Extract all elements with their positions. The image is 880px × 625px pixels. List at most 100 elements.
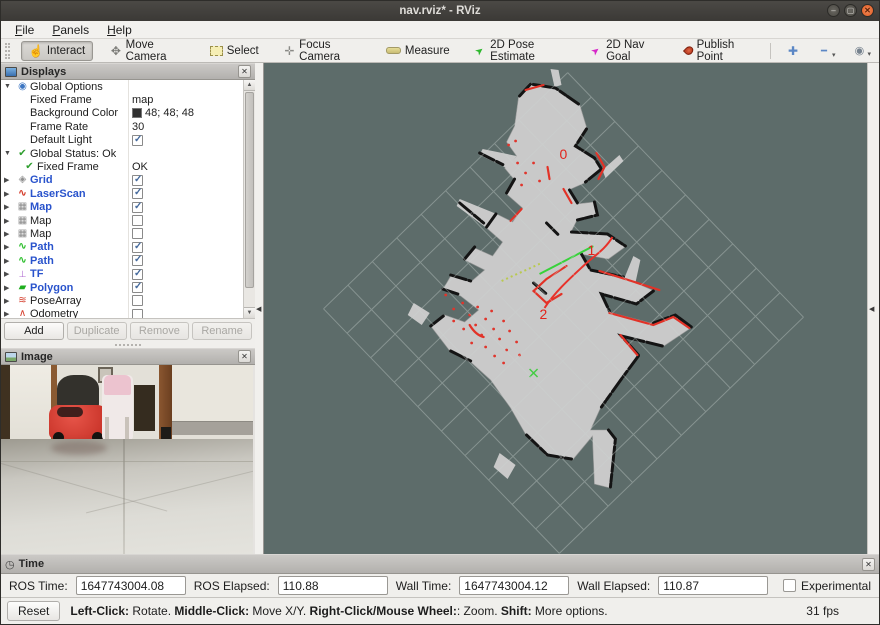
display-row-default-light[interactable]: Default Light — [1, 134, 255, 147]
checkbox-unchecked[interactable] — [132, 228, 143, 239]
camera-view-button[interactable]: ▾ — [848, 42, 875, 59]
tool-2d-pose-estimate[interactable]: 2D Pose Estimate — [467, 41, 574, 61]
zoom-out-minus-button[interactable]: ▾ — [813, 42, 840, 60]
expander-icon[interactable]: ▶ — [4, 203, 15, 211]
expander-icon[interactable]: ▶ — [4, 284, 15, 292]
display-value[interactable] — [132, 282, 143, 293]
tool-focus-camera[interactable]: Focus Camera — [276, 41, 369, 61]
expander-icon[interactable]: ▶ — [4, 243, 15, 251]
display-value[interactable]: 48; 48; 48 — [132, 107, 194, 119]
minimize-button[interactable]: – — [827, 4, 840, 17]
tool-measure[interactable]: Measure — [378, 41, 458, 61]
time-close-icon[interactable]: ✕ — [862, 558, 875, 571]
display-value[interactable] — [132, 255, 143, 266]
display-value[interactable] — [132, 295, 143, 306]
checkbox-checked[interactable] — [132, 175, 143, 186]
display-row-grid[interactable]: ▶Grid — [1, 174, 255, 187]
menu-panels[interactable]: Panels — [44, 22, 97, 38]
menu-help[interactable]: Help — [99, 22, 140, 38]
menu-file[interactable]: File — [7, 22, 42, 38]
right-splitter[interactable]: ◀ — [867, 63, 879, 554]
display-row-tf[interactable]: ▶TF — [1, 267, 255, 280]
display-row-map[interactable]: ▶Map — [1, 214, 255, 227]
expander-icon[interactable]: ▶ — [4, 217, 15, 225]
checkbox-checked[interactable] — [132, 242, 143, 253]
scroll-up-icon[interactable]: ▲ — [244, 80, 255, 91]
expander-icon[interactable]: ▶ — [4, 310, 15, 318]
checkbox-unchecked[interactable] — [132, 295, 143, 306]
display-row-odometry[interactable]: ▶Odometry — [1, 308, 255, 319]
tool-select[interactable]: Select — [202, 41, 267, 61]
expander-icon[interactable]: ▶ — [4, 297, 15, 305]
tool-move-camera[interactable]: Move Camera — [102, 41, 193, 61]
display-row-posearray[interactable]: ▶PoseArray — [1, 294, 255, 307]
display-value[interactable] — [132, 215, 143, 226]
dropdown-caret-icon[interactable]: ▾ — [832, 51, 836, 59]
display-value[interactable] — [132, 269, 143, 280]
display-row-polygon[interactable]: ▶Polygon — [1, 281, 255, 294]
display-row-map[interactable]: ▶Map — [1, 201, 255, 214]
zoom-in-plus-button[interactable] — [782, 43, 804, 59]
display-row-global-options[interactable]: ▼Global Options — [1, 80, 255, 93]
expander-icon[interactable]: ▶ — [4, 257, 15, 265]
scrollbar-thumb[interactable] — [245, 92, 254, 288]
close-button[interactable]: ✕ — [861, 4, 874, 17]
expander-icon[interactable]: ▼ — [4, 150, 15, 157]
display-row-global-status-ok[interactable]: ▼Global Status: Ok — [1, 147, 255, 160]
tool-publish-point[interactable]: Publish Point — [677, 41, 759, 61]
display-value[interactable] — [132, 135, 143, 146]
display-value[interactable] — [132, 188, 143, 199]
wall-elapsed-input[interactable] — [658, 576, 768, 595]
checkbox-unchecked[interactable] — [132, 215, 143, 226]
displays-panel-header[interactable]: Displays ✕ — [1, 63, 255, 80]
display-row-path[interactable]: ▶Path — [1, 241, 255, 254]
image-close-icon[interactable]: ✕ — [238, 350, 251, 363]
checkbox-checked[interactable] — [132, 188, 143, 199]
time-panel-header[interactable]: Time ✕ — [1, 554, 879, 574]
display-value[interactable] — [132, 242, 143, 253]
image-panel-header[interactable]: Image ✕ — [1, 348, 255, 365]
expander-icon[interactable]: ▶ — [4, 176, 15, 184]
dropdown-caret-icon[interactable]: ▾ — [867, 50, 871, 58]
display-value[interactable] — [132, 228, 143, 239]
display-row-background-color[interactable]: Background Color48; 48; 48 — [1, 107, 255, 120]
display-row-fixed-frame[interactable]: Fixed FrameOK — [1, 160, 255, 173]
expander-icon[interactable]: ▼ — [4, 83, 15, 90]
checkbox-checked[interactable] — [132, 135, 143, 146]
tool-2d-nav-goal[interactable]: 2D Nav Goal — [583, 41, 668, 61]
3d-viewport[interactable]: 0 1 2 — [263, 63, 867, 554]
titlebar[interactable]: nav.rviz* - RViz – ▢ ✕ — [1, 1, 879, 21]
display-value[interactable]: OK — [132, 161, 148, 173]
maximize-button[interactable]: ▢ — [844, 4, 857, 17]
toolbar-drag-handle[interactable] — [5, 43, 10, 59]
wall-time-input[interactable] — [459, 576, 569, 595]
collapse-right-icon[interactable]: ◀ — [869, 305, 874, 313]
tree-scrollbar[interactable]: ▲ ▼ — [243, 80, 255, 318]
checkbox-checked[interactable] — [132, 202, 143, 213]
display-value[interactable]: 30 — [132, 121, 144, 133]
display-row-fixed-frame[interactable]: Fixed Framemap — [1, 93, 255, 106]
display-value[interactable] — [132, 309, 143, 319]
expander-icon[interactable]: ▶ — [4, 190, 15, 198]
display-row-map[interactable]: ▶Map — [1, 227, 255, 240]
checkbox-checked[interactable] — [132, 255, 143, 266]
displays-close-icon[interactable]: ✕ — [238, 65, 251, 78]
display-value[interactable]: map — [132, 94, 153, 106]
display-row-laserscan[interactable]: ▶LaserScan — [1, 187, 255, 200]
ros-elapsed-input[interactable] — [278, 576, 388, 595]
checkbox-checked[interactable] — [132, 282, 143, 293]
ros-time-input[interactable] — [76, 576, 186, 595]
add-button[interactable]: Add — [4, 322, 64, 340]
display-row-path[interactable]: ▶Path — [1, 254, 255, 267]
left-splitter[interactable]: ◀ — [255, 63, 263, 554]
reset-button[interactable]: Reset — [7, 601, 60, 621]
expander-icon[interactable]: ▶ — [4, 230, 15, 238]
checkbox-checked[interactable] — [132, 269, 143, 280]
display-value[interactable] — [132, 202, 143, 213]
expander-icon[interactable]: ▶ — [4, 270, 15, 278]
checkbox-unchecked[interactable] — [132, 309, 143, 319]
tool-interact[interactable]: Interact — [21, 41, 93, 61]
display-value[interactable] — [132, 175, 143, 186]
experimental-checkbox[interactable] — [783, 579, 796, 592]
collapse-left-icon[interactable]: ◀ — [256, 305, 261, 313]
